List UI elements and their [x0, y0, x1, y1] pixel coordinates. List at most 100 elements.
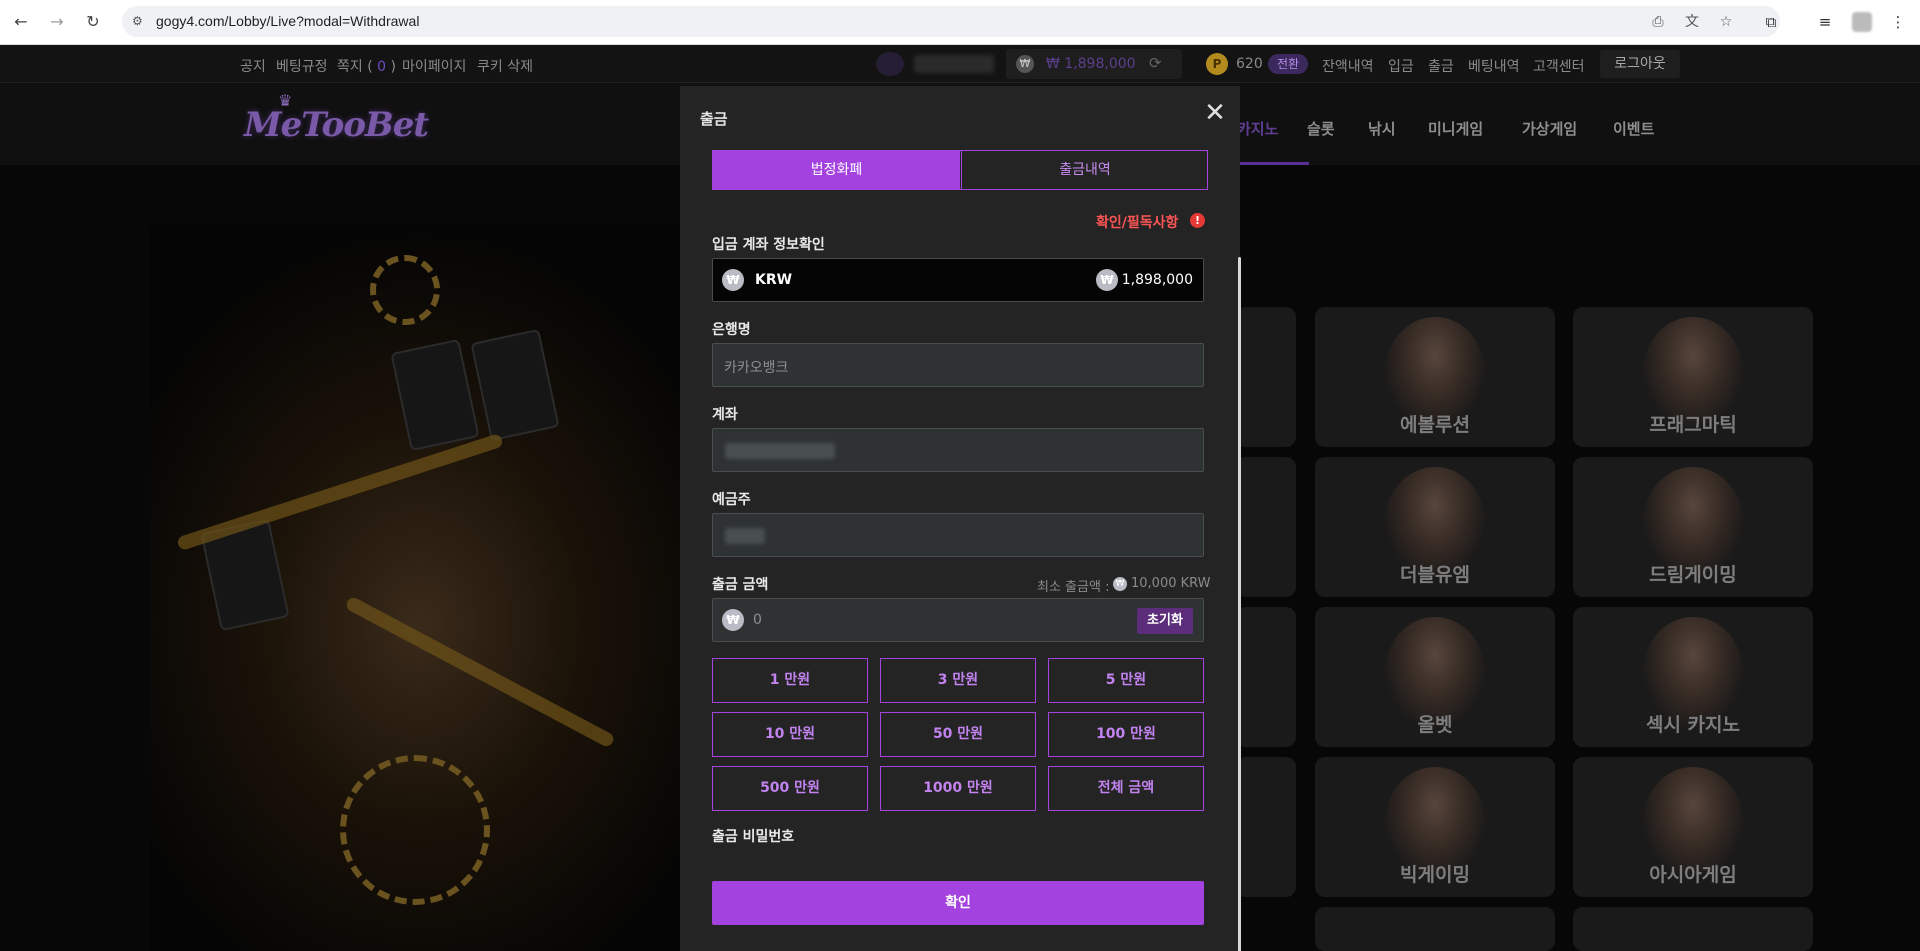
account-info-label: 입금 계좌 정보확인: [712, 237, 825, 253]
tab-withdraw-history[interactable]: 출금내역: [961, 151, 1208, 189]
amount-button-3[interactable]: 3 만원: [880, 658, 1036, 703]
holder-field[interactable]: [712, 513, 1204, 557]
link-messages[interactable]: 쪽지 ( 0 ): [337, 56, 396, 76]
game-tile[interactable]: [1236, 757, 1296, 897]
card-decoration: [470, 328, 560, 442]
modal-scrollbar[interactable]: [1238, 257, 1241, 951]
link-balance-history[interactable]: 잔액내역: [1322, 56, 1374, 76]
game-tile-asia[interactable]: 아시아게임: [1573, 757, 1813, 897]
won-icon: ₩: [1096, 269, 1118, 291]
menu-icon[interactable]: ⋮: [1887, 11, 1909, 33]
messages-count: 0: [377, 59, 387, 75]
game-tile-sexy[interactable]: 섹시 카지노: [1573, 607, 1813, 747]
amount-label: 출금 금액: [712, 577, 769, 593]
amount-button-1[interactable]: 1 만원: [712, 658, 868, 703]
account-field[interactable]: [712, 428, 1204, 472]
refresh-icon[interactable]: ⟳: [1149, 54, 1162, 72]
currency-balance-box: ₩ KRW ₩ 1,898,000: [712, 258, 1204, 302]
game-tile-pragmatic[interactable]: 프래그마틱: [1573, 307, 1813, 447]
amount-placeholder: 0: [753, 612, 762, 628]
username-redacted: [914, 55, 994, 73]
profile-avatar[interactable]: [1852, 12, 1872, 32]
bank-field[interactable]: 카카오뱅크: [712, 343, 1204, 387]
account-label: 계좌: [712, 407, 738, 423]
install-icon[interactable]: ⎙: [1648, 12, 1668, 32]
holder-label: 예금주: [712, 492, 751, 508]
browser-toolbar: ← → ↻ ⚙ gogy4.com/Lobby/Live?modal=Withd…: [0, 0, 1920, 45]
notice-link[interactable]: 확인/필독사항: [1096, 212, 1178, 232]
game-tile-big[interactable]: 빅게이밍: [1315, 757, 1555, 897]
modal-title: 출금: [700, 110, 728, 128]
tile-name: 섹시 카지노: [1645, 714, 1740, 736]
link-notice[interactable]: 공지: [240, 56, 266, 76]
game-tile-evolution[interactable]: 에볼루션: [1315, 307, 1555, 447]
amount-button-500[interactable]: 500 만원: [712, 766, 868, 811]
amount-button-1000[interactable]: 1000 만원: [880, 766, 1036, 811]
back-icon[interactable]: ←: [10, 11, 32, 33]
link-clear-cookies[interactable]: 쿠키 삭제: [477, 56, 533, 76]
points-value: 620: [1236, 56, 1263, 72]
nav-active-indicator: [1237, 162, 1309, 165]
tile-name: 아시아게임: [1649, 864, 1737, 886]
nav-slot[interactable]: 슬롯: [1307, 118, 1335, 139]
game-tile-wm[interactable]: 더블유엠: [1315, 457, 1555, 597]
link-support[interactable]: 고객센터: [1533, 56, 1585, 76]
casino-chip-decoration: [340, 755, 490, 905]
game-tile[interactable]: [1236, 607, 1296, 747]
amount-button-5[interactable]: 5 만원: [1048, 658, 1204, 703]
nav-virtual[interactable]: 가상게임: [1522, 118, 1577, 139]
game-tile-dream[interactable]: 드림게이밍: [1573, 457, 1813, 597]
convert-button[interactable]: 전환: [1268, 54, 1309, 74]
amount-button-all[interactable]: 전체 금액: [1048, 766, 1204, 811]
info-icon[interactable]: !: [1190, 213, 1205, 228]
site-logo[interactable]: MeTooBet: [244, 105, 429, 145]
tab-fiat[interactable]: 법정화폐: [713, 151, 960, 189]
confirm-button[interactable]: 확인: [712, 881, 1204, 925]
tile-name: 에볼루션: [1400, 414, 1470, 436]
address-bar[interactable]: ⚙ gogy4.com/Lobby/Live?modal=Withdrawal …: [122, 6, 1780, 37]
game-tile[interactable]: [1236, 457, 1296, 597]
won-icon: ₩: [1016, 55, 1034, 73]
close-icon[interactable]: ✕: [1200, 98, 1230, 128]
tile-name: 드림게이밍: [1649, 564, 1737, 586]
withdrawal-modal: 출금 ✕ 법정화폐 출금내역 확인/필독사항 ! 입금 계좌 정보확인 ₩ KR…: [680, 86, 1241, 951]
game-tile[interactable]: [1236, 307, 1296, 447]
nav-fishing[interactable]: 낚시: [1368, 118, 1396, 139]
card-decoration: [390, 338, 480, 452]
link-mypage[interactable]: 마이페이지: [402, 56, 466, 76]
chip-decoration: [370, 255, 440, 325]
reset-button[interactable]: 초기화: [1137, 608, 1193, 634]
site-info-icon[interactable]: ⚙: [132, 13, 148, 29]
password-label: 출금 비밀번호: [712, 829, 795, 845]
bookmark-star-icon[interactable]: ☆: [1716, 12, 1736, 32]
logout-button[interactable]: 로그아웃: [1600, 50, 1680, 78]
tile-name: 더블유엠: [1400, 564, 1470, 586]
currency-balance: 1,898,000: [1121, 272, 1193, 288]
media-control-icon[interactable]: ≡: [1814, 11, 1836, 33]
game-tile[interactable]: [1315, 907, 1555, 951]
nav-minigame[interactable]: 미니게임: [1428, 118, 1483, 139]
link-withdraw[interactable]: 출금: [1428, 56, 1454, 76]
link-deposit[interactable]: 입금: [1388, 56, 1414, 76]
game-tile[interactable]: [1573, 907, 1813, 951]
won-icon: ₩: [1113, 577, 1127, 591]
nav-casino[interactable]: 카지노: [1237, 118, 1278, 139]
tile-name: 빅게이밍: [1400, 864, 1470, 886]
won-icon: ₩: [722, 609, 744, 631]
forward-icon[interactable]: →: [46, 11, 68, 33]
modal-tabs: 법정화폐 출금내역: [712, 150, 1208, 190]
translate-icon[interactable]: 文: [1682, 12, 1702, 32]
amount-input[interactable]: ₩ 0 초기화: [712, 598, 1204, 642]
extensions-icon[interactable]: ⧉: [1760, 11, 1782, 33]
link-rules[interactable]: 베팅규정: [276, 56, 328, 76]
amount-button-100[interactable]: 100 만원: [1048, 712, 1204, 757]
amount-button-50[interactable]: 50 만원: [880, 712, 1036, 757]
nav-event[interactable]: 이벤트: [1613, 118, 1654, 139]
amount-button-10[interactable]: 10 만원: [712, 712, 868, 757]
game-tile-allbet[interactable]: 올벳: [1315, 607, 1555, 747]
hero-artwork: [150, 225, 750, 951]
bank-value: 카카오뱅크: [724, 360, 789, 376]
url-text[interactable]: gogy4.com/Lobby/Live?modal=Withdrawal: [156, 13, 419, 29]
reload-icon[interactable]: ↻: [82, 11, 104, 33]
link-bet-history[interactable]: 베팅내역: [1468, 56, 1520, 76]
